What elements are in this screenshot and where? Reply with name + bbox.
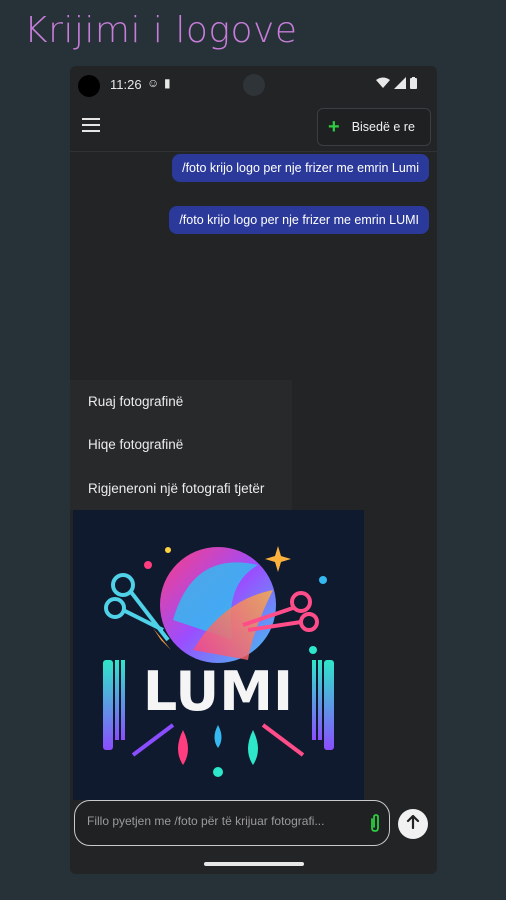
send-button[interactable] bbox=[398, 809, 428, 839]
emoji-notification-icon: ☺ bbox=[147, 76, 160, 90]
arrow-up-icon bbox=[406, 814, 420, 834]
promo-title: Krijimi i logove bbox=[24, 10, 298, 51]
menu-item-regenerate-photo[interactable]: Rigjeneroni një fotografi tjetër bbox=[88, 481, 264, 496]
menu-item-remove-photo[interactable]: Hiqe fotografinë bbox=[88, 437, 183, 452]
message-composer bbox=[74, 800, 390, 846]
user-message[interactable]: /foto krijo logo per nje frizer me emrin… bbox=[169, 206, 429, 234]
wifi-icon bbox=[376, 76, 390, 94]
signal-icon bbox=[394, 76, 406, 94]
plus-icon: + bbox=[328, 116, 340, 138]
hamburger-menu-icon[interactable] bbox=[82, 118, 102, 134]
new-chat-button[interactable]: + Bisedë e re bbox=[317, 108, 431, 146]
status-bar: 11:26 ☺ ▮ bbox=[70, 66, 437, 102]
logo-text: LUMI bbox=[143, 660, 293, 723]
app-bar: + Bisedë e re bbox=[70, 106, 437, 152]
prompt-input[interactable] bbox=[87, 814, 357, 828]
system-icons bbox=[376, 76, 417, 94]
new-chat-label: Bisedë e re bbox=[351, 120, 415, 134]
phone-screen: 11:26 ☺ ▮ + Bisedë e re /foto krijo logo… bbox=[70, 66, 437, 874]
sim-card-icon: ▮ bbox=[164, 76, 171, 90]
home-indicator[interactable] bbox=[204, 862, 304, 866]
status-time: 11:26 bbox=[110, 77, 142, 92]
front-camera-dot bbox=[78, 75, 100, 97]
battery-icon bbox=[410, 76, 417, 94]
menu-item-save-photo[interactable]: Ruaj fotografinë bbox=[88, 394, 183, 409]
generated-logo-image[interactable]: LUMI bbox=[73, 510, 364, 800]
camera-punch-hole bbox=[243, 74, 265, 96]
paperclip-icon[interactable] bbox=[369, 813, 381, 838]
image-context-menu: Ruaj fotografinë Hiqe fotografinë Rigjen… bbox=[70, 380, 292, 510]
user-message[interactable]: /foto krijo logo per nje frizer me emrin… bbox=[172, 154, 429, 182]
